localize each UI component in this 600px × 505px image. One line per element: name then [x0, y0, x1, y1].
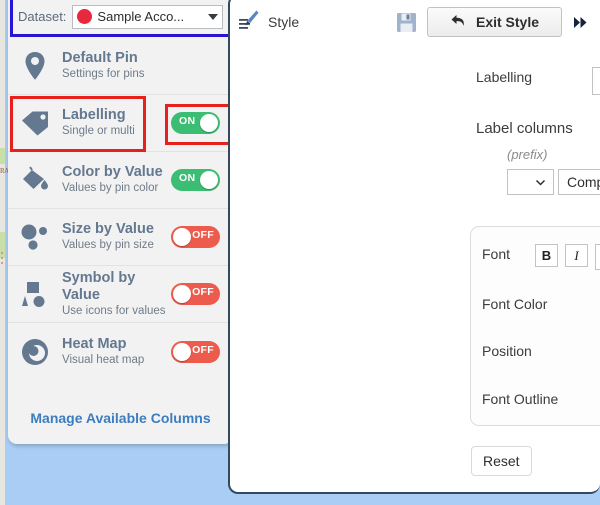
map-dot-markers	[1, 252, 5, 266]
heat-map-toggle-wrap: OFF	[171, 340, 233, 363]
sidebar-item-color-by-value[interactable]: Color by Value Values by pin color ON	[8, 152, 233, 209]
font-label: Font	[482, 246, 511, 262]
app-root: RAIL Dataset: Sample Acco... Default Pin…	[0, 0, 600, 505]
toggle-knob	[173, 285, 191, 303]
size-by-value-toggle[interactable]: OFF	[171, 226, 220, 248]
reset-button[interactable]: Reset	[471, 446, 532, 476]
sidebar-item-default-pin[interactable]: Default Pin Settings for pins	[8, 38, 233, 95]
manage-available-columns-link[interactable]: Manage Available Columns	[8, 395, 233, 440]
color-by-value-toggle[interactable]: ON	[171, 169, 220, 191]
size-by-value-toggle-label: OFF	[192, 229, 214, 241]
labelling-mode-row: Labelling	[476, 69, 576, 85]
toggle-knob	[200, 171, 218, 189]
toggle-knob	[173, 228, 191, 246]
sidebar-item-text: Symbol by Value Use icons for values	[62, 270, 171, 319]
map-pin-icon	[8, 51, 62, 81]
sidebar-item-subtitle: Single or multi	[62, 125, 135, 137]
sidebar-item-symbol-by-value[interactable]: Symbol by Value Use icons for values OFF	[8, 266, 233, 323]
sidebar-item-text: Heat Map Visual heat map	[62, 336, 171, 368]
sidebar-item-labelling[interactable]: Labelling Single or multi ON	[8, 95, 233, 152]
dataset-value: Sample Acco...	[97, 9, 185, 24]
sidebar-item-title: Size by Value	[62, 221, 154, 237]
style-panel-header: Style Exit Style	[230, 2, 598, 42]
position-label: Position	[482, 343, 532, 359]
font-family-value: Arimo	[596, 249, 600, 265]
toggle-knob	[173, 342, 191, 361]
labelling-toggle-label: ON	[179, 115, 196, 127]
sidebar-item-title: Labelling	[62, 107, 126, 123]
font-outline-label: Font Outline	[482, 391, 559, 407]
double-chevron-right-icon[interactable]	[570, 10, 590, 34]
sidebar-item-text: Color by Value Values by pin color	[62, 164, 171, 196]
shapes-icon	[8, 280, 62, 308]
heat-map-toggle[interactable]: OFF	[171, 340, 220, 363]
symbol-by-value-toggle[interactable]: OFF	[171, 283, 220, 305]
font-bold-button[interactable]: B	[535, 244, 558, 267]
label-column-select[interactable]: Company	[558, 169, 600, 195]
sidebar-item-heat-map[interactable]: Heat Map Visual heat map OFF	[8, 323, 233, 380]
labelling-toggle-wrap: ON	[171, 112, 233, 134]
font-outline-label-row: Font Outline	[482, 391, 558, 407]
circles-size-icon	[8, 223, 62, 251]
exit-style-button[interactable]: Exit Style	[427, 7, 562, 37]
font-family-select[interactable]: Arimo	[595, 244, 600, 270]
style-editor-panel: Style Exit Style Labelling Label columns…	[228, 0, 600, 494]
symbol-by-value-toggle-wrap: OFF	[171, 283, 233, 305]
chevron-down-icon	[208, 13, 218, 20]
chevron-down-icon	[535, 177, 546, 188]
toggle-knob	[200, 114, 218, 132]
prefix-caption: (prefix)	[507, 147, 548, 162]
font-italic-button[interactable]: I	[565, 244, 588, 267]
styles-sidebar-panel: Dataset: Sample Acco... Default Pin Sett…	[8, 0, 233, 444]
label-column-value: Company	[567, 174, 600, 190]
sidebar-item-size-by-value[interactable]: Size by Value Values by pin size OFF	[8, 209, 233, 266]
font-color-label-row: Font Color	[482, 296, 547, 312]
labelling-mode-value: Non Overlapping Labels	[593, 73, 600, 89]
sidebar-item-subtitle: Values by pin size	[62, 239, 154, 251]
map-park-area-1	[0, 148, 5, 164]
exit-style-label: Exit Style	[475, 14, 540, 30]
labelling-toggle[interactable]: ON	[171, 112, 220, 134]
font-color-label: Font Color	[482, 296, 548, 312]
style-panel-title: Style	[268, 14, 300, 30]
position-label-row: Position	[482, 343, 532, 359]
sidebar-item-title: Symbol by Value	[62, 269, 136, 303]
font-label-row: Font	[482, 246, 510, 262]
dataset-label: Dataset:	[18, 9, 67, 24]
color-by-value-toggle-wrap: ON	[171, 169, 233, 191]
color-by-value-toggle-label: ON	[179, 172, 196, 184]
sidebar-item-text: Size by Value Values by pin size	[62, 221, 171, 253]
style-brush-icon	[238, 9, 260, 36]
label-columns-heading: Label columns	[476, 120, 573, 137]
labelling-mode-label: Labelling	[476, 69, 533, 85]
sidebar-item-subtitle: Use icons for values	[62, 304, 166, 317]
sidebar-item-subtitle: Values by pin color	[62, 182, 159, 194]
dataset-dropdown[interactable]: Sample Acco...	[72, 4, 223, 29]
sidebar-item-title: Color by Value	[62, 164, 163, 180]
undo-arrow-icon	[450, 13, 468, 32]
size-by-value-toggle-wrap: OFF	[171, 226, 233, 248]
heatmap-icon	[8, 337, 62, 367]
dataset-color-dot	[77, 9, 93, 24]
sidebar-item-title: Heat Map	[62, 335, 127, 352]
sidebar-item-title: Default Pin	[62, 50, 138, 66]
dataset-selector-bar: Dataset: Sample Acco...	[11, 0, 230, 33]
sidebar-item-subtitle: Visual heat map	[62, 353, 145, 366]
tag-icon	[8, 109, 62, 137]
sidebar-item-subtitle: Settings for pins	[62, 68, 145, 80]
map-street-label: RAIL	[0, 167, 15, 176]
floppy-save-icon[interactable]	[391, 7, 421, 37]
symbol-by-value-toggle-label: OFF	[192, 286, 214, 298]
labelling-mode-select[interactable]: Non Overlapping Labels	[592, 67, 600, 95]
paint-bucket-icon	[8, 165, 62, 195]
heat-map-toggle-label: OFF	[192, 343, 214, 356]
prefix-select[interactable]	[507, 169, 554, 195]
sidebar-item-text: Labelling Single or multi	[62, 107, 171, 139]
sidebar-item-text: Default Pin Settings for pins	[62, 50, 171, 82]
